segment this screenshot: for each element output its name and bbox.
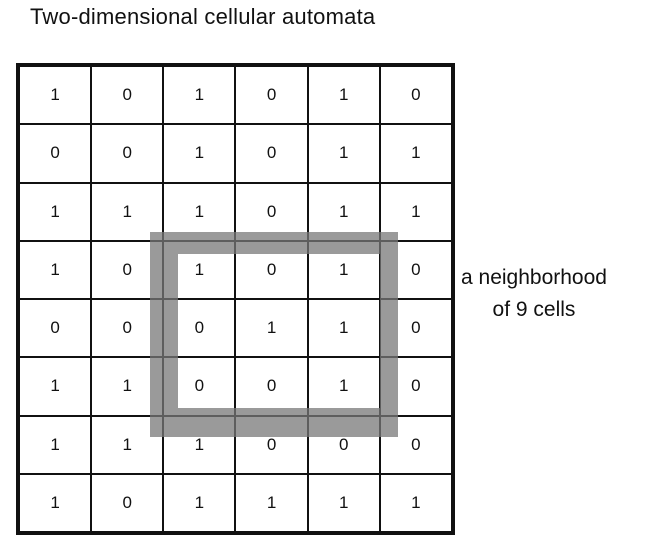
grid-cell: 1 <box>307 240 380 299</box>
grid-cell: 1 <box>163 66 236 125</box>
grid-cell: 1 <box>307 182 380 241</box>
grid-cell: 1 <box>91 357 164 416</box>
grid-cell: 0 <box>235 66 308 125</box>
grid-cell: 0 <box>379 299 452 358</box>
grid-cell: 0 <box>91 66 164 125</box>
neighborhood-label-line2: of 9 cells <box>492 298 576 321</box>
grid-cell: 0 <box>235 182 308 241</box>
grid-cell: 1 <box>379 182 452 241</box>
grid-cell: 1 <box>19 357 92 416</box>
grid-cell: 0 <box>91 299 164 358</box>
cell-grid: 1010100010111110111010100001101100101110… <box>16 63 455 535</box>
grid-cell: 1 <box>91 182 164 241</box>
grid-cell: 1 <box>163 124 236 183</box>
grid-cell: 0 <box>235 357 308 416</box>
diagram-title: Two-dimensional cellular automata <box>30 4 376 29</box>
grid-cell: 1 <box>307 124 380 183</box>
grid-cell: 1 <box>235 473 308 532</box>
grid-cell: 1 <box>19 66 92 125</box>
grid-cell: 0 <box>91 240 164 299</box>
grid-cell: 0 <box>91 473 164 532</box>
grid-cell: 0 <box>19 299 92 358</box>
grid-cell: 0 <box>235 124 308 183</box>
neighborhood-label: a neighborhood of 9 cells <box>461 262 607 326</box>
grid-cell: 0 <box>235 415 308 474</box>
grid-cell: 0 <box>379 357 452 416</box>
grid-cell: 1 <box>307 299 380 358</box>
grid-cell: 1 <box>235 299 308 358</box>
grid-cell: 0 <box>379 415 452 474</box>
grid-cell: 1 <box>19 415 92 474</box>
grid-cell: 1 <box>19 182 92 241</box>
grid-cell: 0 <box>379 240 452 299</box>
grid-cell: 0 <box>307 415 380 474</box>
grid-cell: 0 <box>163 357 236 416</box>
grid-cell: 1 <box>163 182 236 241</box>
grid-cell: 1 <box>379 124 452 183</box>
grid-cell: 1 <box>163 473 236 532</box>
grid-cell: 1 <box>163 240 236 299</box>
grid-cell: 1 <box>163 415 236 474</box>
grid-cell: 0 <box>379 66 452 125</box>
grid-cell: 1 <box>91 415 164 474</box>
grid-cell: 1 <box>307 473 380 532</box>
grid-cell: 0 <box>19 124 92 183</box>
grid-cell: 0 <box>235 240 308 299</box>
grid-cell: 0 <box>91 124 164 183</box>
grid-cell: 1 <box>19 240 92 299</box>
grid-cell: 1 <box>379 473 452 532</box>
grid-cell: 1 <box>307 66 380 125</box>
grid-cell: 0 <box>163 299 236 358</box>
neighborhood-label-line1: a neighborhood <box>461 266 607 289</box>
grid-cell: 1 <box>19 473 92 532</box>
grid-cell: 1 <box>307 357 380 416</box>
